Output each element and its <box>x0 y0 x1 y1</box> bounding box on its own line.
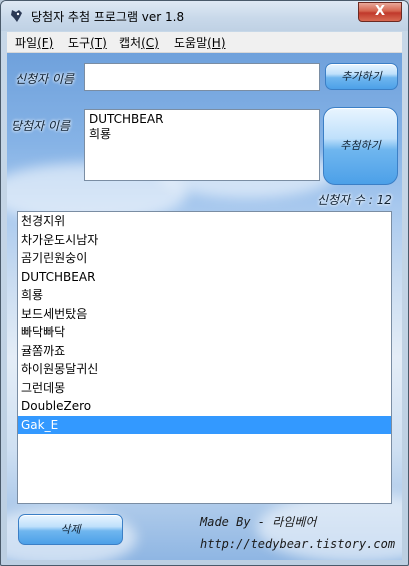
menu-help-accel: (H) <box>207 36 226 50</box>
window-title: 당첨자 추첨 프로그램 ver 1.8 <box>31 10 185 24</box>
blog-url-text: http://tedybear.tistory.com <box>200 537 396 551</box>
close-button[interactable]: X <box>358 2 402 22</box>
winner-textbox[interactable]: DUTCHBEAR 희룡 <box>84 109 320 181</box>
list-item[interactable]: 희룡 <box>18 286 391 305</box>
applicant-input[interactable] <box>84 63 320 91</box>
menu-help-label: 도움말 <box>174 36 208 50</box>
list-item[interactable]: 빠닥빠닥 <box>18 323 391 342</box>
list-item[interactable]: 하이원몽달귀신 <box>18 360 391 379</box>
list-item[interactable]: Gak_E <box>18 415 391 434</box>
add-button[interactable]: 추가하기 <box>325 63 398 90</box>
menu-capture[interactable]: 캡처(C) <box>119 34 159 51</box>
menu-file-accel: (F) <box>37 36 54 50</box>
applicant-label: 신청자 이름 <box>15 72 75 86</box>
menu-tools-accel: (T) <box>90 36 107 50</box>
list-item[interactable]: 그런데몽 <box>18 379 391 398</box>
made-by-text: Made By - 라임베어 <box>200 515 317 529</box>
list-item[interactable]: 곰기린원숭이 <box>18 249 391 268</box>
menu-file[interactable]: 파일(F) <box>15 34 53 51</box>
menu-file-label: 파일 <box>15 36 38 50</box>
menu-bar: 파일(F) 도구(T) 캡처(C) 도움말(H) <box>7 32 402 53</box>
menu-help[interactable]: 도움말(H) <box>174 34 226 51</box>
app-window: 당첨자 추첨 프로그램 ver 1.8 X 파일(F) 도구(T) 캡처(C) … <box>0 0 409 566</box>
title-bar[interactable]: 당첨자 추첨 프로그램 ver 1.8 X <box>1 1 408 31</box>
delete-button[interactable]: 삭제 <box>18 514 123 545</box>
list-item[interactable]: 천경지위 <box>18 212 391 231</box>
menu-capture-accel: (C) <box>141 36 159 50</box>
winner-label: 당첨자 이름 <box>11 119 71 133</box>
winner-text: DUTCHBEAR 희룡 <box>89 112 164 141</box>
list-item[interactable]: 귤쫌까죠 <box>18 342 391 361</box>
applicant-list[interactable]: 천경지위 차가운도시남자 곰기린원숭이 DUTCHBEAR 희룡 보드세번탔음 빠닥빠닥 귤쫌… <box>17 211 392 504</box>
list-item[interactable]: 보드세번탔음 <box>18 305 391 324</box>
applicant-list-items: 천경지위 차가운도시남자 곰기린원숭이 DUTCHBEAR 희룡 보드세번탔음 빠닥빠닥 귤쫌… <box>18 212 391 434</box>
menu-tools-label: 도구 <box>68 36 91 50</box>
list-item[interactable]: DoubleZero <box>18 397 391 416</box>
menu-capture-label: 캡처 <box>119 36 142 50</box>
applicant-count: 신청자 수 : 12 <box>317 193 392 207</box>
list-item[interactable]: 차가운도시남자 <box>18 231 391 250</box>
bear-icon <box>11 10 22 22</box>
menu-tools[interactable]: 도구(T) <box>68 34 107 51</box>
list-item[interactable]: DUTCHBEAR <box>18 268 391 287</box>
draw-button[interactable]: 추첨하기 <box>323 107 398 185</box>
client-area: 신청자 이름 추가하기 당첨자 이름 DUTCHBEAR 희룡 추첨하기 신청자… <box>7 53 402 560</box>
